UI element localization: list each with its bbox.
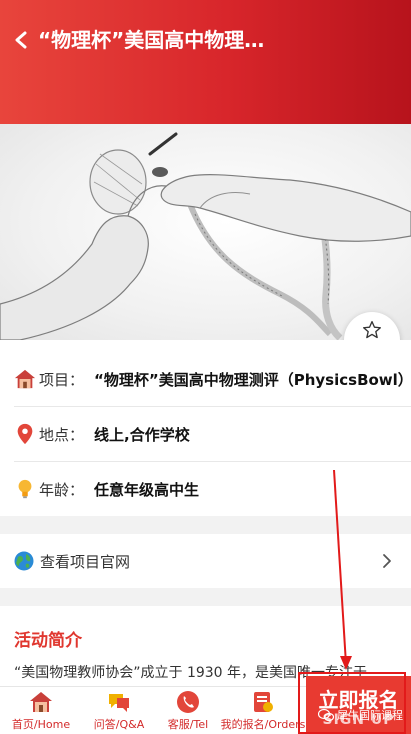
info-row-project: 项目： “物理杯”美国高中物理测评（PhysicsBowl） bbox=[14, 352, 411, 406]
info-section: 项目： “物理杯”美国高中物理测评（PhysicsBowl） 地点： 线上,合作… bbox=[0, 340, 411, 516]
orders-icon bbox=[254, 692, 273, 712]
hero-image bbox=[0, 124, 411, 340]
info-row-location: 地点： 线上,合作学校 bbox=[14, 407, 411, 461]
tab-label: 问答/Q&A bbox=[93, 718, 145, 731]
info-value: 线上,合作学校 bbox=[94, 425, 190, 444]
chevron-right-icon bbox=[383, 554, 391, 568]
intro-title: 活动简介 bbox=[14, 631, 82, 651]
info-label: 地点： bbox=[39, 425, 85, 444]
page-header: “物理杯”美国高中物理… bbox=[0, 0, 411, 124]
intro-section: 活动简介 “美国物理教师协会”成立于 1930 年，是美国唯一专注于 bbox=[0, 606, 411, 686]
globe-icon bbox=[14, 551, 34, 571]
tab-qa[interactable]: 问答/Q&A bbox=[82, 687, 156, 734]
chat-icon bbox=[109, 694, 129, 712]
tab-label: 我的报名/Orders bbox=[220, 718, 306, 731]
phone-icon bbox=[177, 691, 199, 713]
lightbulb-icon bbox=[18, 479, 32, 499]
info-label: 年龄： bbox=[39, 480, 85, 499]
tab-home[interactable]: 首页/Home bbox=[0, 687, 82, 734]
location-pin-icon bbox=[17, 423, 33, 445]
tab-label: 首页/Home bbox=[11, 718, 71, 731]
info-row-age: 年龄： 任意年级高中生 bbox=[14, 462, 411, 516]
house-icon bbox=[14, 369, 36, 389]
tab-orders[interactable]: 我的报名/Orders bbox=[220, 687, 306, 734]
info-value: “物理杯”美国高中物理测评（PhysicsBowl） bbox=[94, 370, 411, 389]
tab-label: 客服/Tel bbox=[167, 718, 209, 731]
website-label: 查看项目官网 bbox=[40, 552, 131, 571]
website-link[interactable]: 查看项目官网 bbox=[0, 534, 411, 588]
page-title: “物理杯”美国高中物理… bbox=[38, 28, 265, 52]
home-icon bbox=[30, 692, 52, 712]
chevron-left-icon bbox=[15, 31, 27, 49]
info-label: 项目： bbox=[39, 370, 85, 389]
info-value: 任意年级高中生 bbox=[94, 480, 200, 499]
sign-up-button[interactable]: 立即报名 SIGN UP bbox=[306, 676, 411, 734]
tab-tel[interactable]: 客服/Tel bbox=[156, 687, 220, 734]
sign-up-label: 立即报名 bbox=[318, 688, 399, 712]
back-button[interactable] bbox=[8, 26, 36, 54]
star-icon bbox=[363, 321, 381, 339]
sign-up-sublabel: SIGN UP bbox=[322, 712, 395, 728]
